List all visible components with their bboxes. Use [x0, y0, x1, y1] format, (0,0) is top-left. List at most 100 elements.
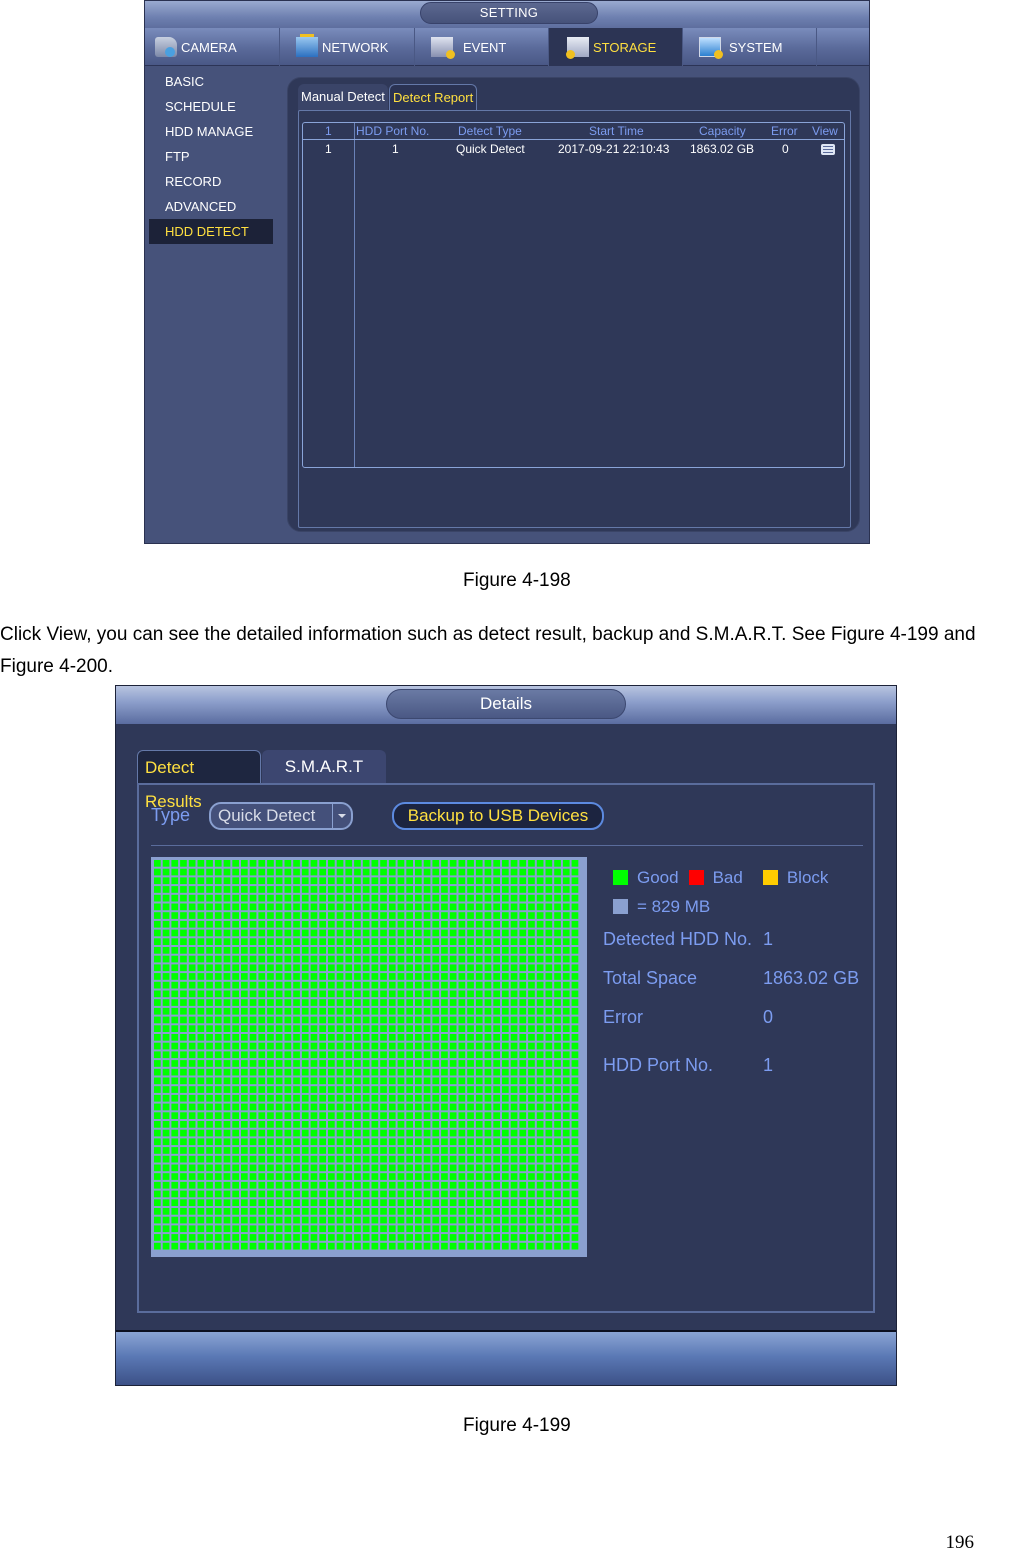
tab-detect-results[interactable]: Detect Results: [137, 750, 261, 811]
sidebar-item-hdd-manage[interactable]: HDD MANAGE: [149, 119, 273, 144]
hdd-block: [484, 894, 492, 902]
hdd-block: [206, 1216, 213, 1224]
hdd-block: [406, 1112, 413, 1119]
backup-to-usb-button[interactable]: Backup to USB Devices: [392, 802, 604, 830]
sidebar-item-hdd-detect[interactable]: HDD DETECT: [149, 219, 273, 244]
hdd-block: [562, 894, 570, 902]
hdd-block: [554, 1225, 561, 1233]
hdd-block: [519, 920, 527, 928]
setting-window-screenshot: SETTING CAMERA NETWORK EVENT STORAGE SYS…: [144, 0, 870, 544]
hdd-block: [388, 868, 396, 876]
hdd-block: [415, 1016, 422, 1024]
hdd-block: [249, 1138, 257, 1146]
hdd-block: [406, 999, 413, 1006]
hdd-block: [162, 973, 170, 980]
hdd-block: [162, 1199, 170, 1206]
hdd-block: [458, 1077, 466, 1085]
hdd-block: [241, 894, 248, 902]
hdd-block: [354, 999, 361, 1006]
hdd-block: [180, 1190, 187, 1198]
chevron-down-icon[interactable]: [332, 804, 351, 828]
hdd-block: [275, 1112, 283, 1119]
tab-camera[interactable]: CAMERA: [145, 28, 280, 66]
hdd-block: [206, 912, 213, 919]
hdd-block: [432, 981, 440, 989]
hdd-block: [528, 912, 535, 919]
hdd-block: [432, 1060, 440, 1067]
hdd-block: [171, 1190, 179, 1198]
hdd-block: [345, 1042, 353, 1050]
sidebar-item-advanced[interactable]: ADVANCED: [149, 194, 273, 219]
hdd-block: [275, 990, 283, 998]
hdd-block: [354, 877, 361, 885]
hdd-block: [545, 1042, 553, 1050]
hdd-block: [388, 1042, 396, 1050]
hdd-block: [206, 1103, 213, 1111]
tab-system[interactable]: SYSTEM: [683, 28, 817, 66]
subtab-detect-report[interactable]: Detect Report: [389, 84, 478, 111]
subtab-manual-detect[interactable]: Manual Detect: [298, 84, 388, 111]
hdd-block: [328, 1225, 335, 1233]
tab-network[interactable]: NETWORK: [280, 28, 415, 66]
tab-storage[interactable]: STORAGE: [549, 28, 683, 66]
sidebar-item-schedule[interactable]: SCHEDULE: [149, 94, 273, 119]
hdd-block: [275, 1208, 283, 1215]
hdd-block: [432, 1155, 440, 1163]
hdd-block: [258, 1086, 266, 1093]
hdd-block: [354, 1129, 361, 1137]
hdd-block: [406, 920, 413, 928]
table-row[interactable]: 1 1 Quick Detect 2017-09-21 22:10:43 186…: [303, 141, 844, 158]
hdd-block: [519, 1225, 527, 1233]
hdd-block: [493, 990, 500, 998]
hdd-block: [554, 1007, 561, 1015]
hdd-block: [536, 1094, 544, 1102]
hdd-block: [519, 1208, 527, 1215]
hdd-block: [301, 1208, 309, 1215]
hdd-block: [197, 981, 205, 989]
hdd-block: [441, 1199, 448, 1206]
hdd-block: [301, 1077, 309, 1085]
tab-event[interactable]: EVENT: [415, 28, 549, 66]
hdd-block: [467, 981, 474, 989]
hdd-block: [284, 1051, 292, 1059]
hdd-block: [214, 1181, 222, 1189]
sidebar-item-ftp[interactable]: FTP: [149, 144, 273, 169]
detect-type-select[interactable]: Quick Detect: [209, 802, 353, 830]
hdd-block: [354, 1181, 361, 1189]
hdd-block: [267, 1234, 274, 1241]
hdd-block: [458, 1007, 466, 1015]
hdd-block: [571, 1086, 579, 1093]
hdd-block: [162, 1138, 170, 1146]
tab-smart[interactable]: S.M.A.R.T: [262, 750, 386, 784]
sidebar-item-record[interactable]: RECORD: [149, 169, 273, 194]
hdd-block: [519, 981, 527, 989]
hdd-block: [475, 1216, 483, 1224]
hdd-block: [458, 903, 466, 911]
hdd-block: [484, 860, 492, 867]
hdd-block: [502, 1103, 509, 1111]
hdd-block: [267, 981, 274, 989]
hdd-block: [188, 1242, 196, 1250]
hdd-block: [310, 903, 318, 911]
hdd-block: [162, 1216, 170, 1224]
hdd-block: [223, 877, 231, 885]
hdd-block: [154, 860, 161, 867]
hdd-block: [519, 1242, 527, 1250]
hdd-block: [545, 955, 553, 963]
hdd-block: [354, 955, 361, 963]
hdd-block: [545, 1112, 553, 1119]
hdd-block: [214, 1034, 222, 1041]
hdd-block: [536, 1155, 544, 1163]
hdd-block: [284, 1199, 292, 1206]
hdd-block: [536, 999, 544, 1006]
list-icon[interactable]: [821, 144, 835, 155]
sidebar-item-basic[interactable]: BASIC: [149, 69, 273, 94]
hdd-block: [536, 894, 544, 902]
hdd-block: [354, 920, 361, 928]
hdd-block: [293, 1016, 300, 1024]
hdd-block: [545, 894, 553, 902]
hdd-block: [154, 1216, 161, 1224]
hdd-block: [554, 1155, 561, 1163]
hdd-block: [441, 1034, 448, 1041]
hdd-block: [415, 1199, 422, 1206]
